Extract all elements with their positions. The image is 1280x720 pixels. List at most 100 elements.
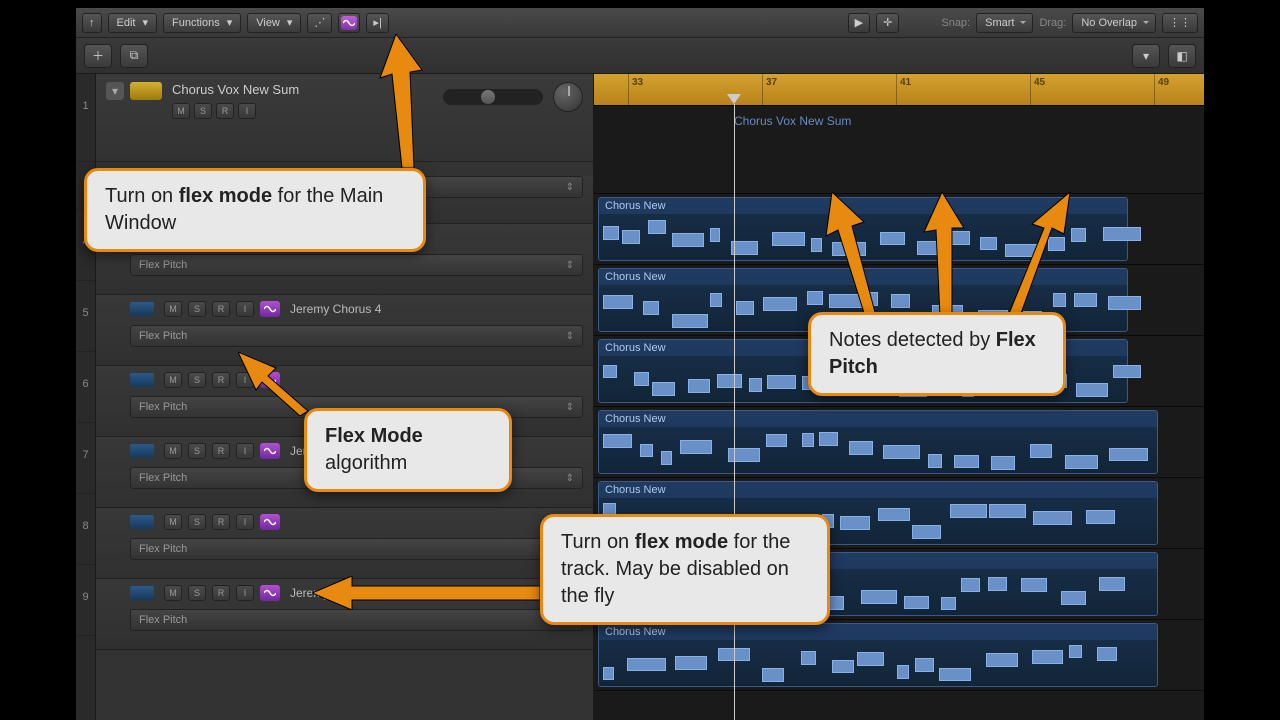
flex-mode-toggle[interactable] [338,13,360,33]
snap-select[interactable]: Smart [976,13,1033,33]
flex-pitch-note[interactable] [880,232,905,246]
flex-pitch-note[interactable] [1109,448,1149,462]
flex-pitch-note[interactable] [991,456,1015,470]
view-menu[interactable]: View▾ [247,13,301,33]
solo-button[interactable]: S [188,514,206,530]
summing-track-header[interactable]: ▾ Chorus Vox New Sum M S R I [96,74,593,162]
flex-pitch-note[interactable] [904,596,929,610]
flex-pitch-note[interactable] [980,237,997,251]
solo-button[interactable]: S [188,301,206,317]
pointer-tool[interactable]: ▶ [848,13,870,33]
record-button[interactable]: R [212,372,230,388]
record-button[interactable]: R [212,585,230,601]
mute-button[interactable]: M [164,585,182,601]
input-monitor-button[interactable]: I [236,585,254,601]
flex-pitch-note[interactable] [772,232,805,246]
flex-pitch-note[interactable] [840,516,869,530]
input-monitor-button[interactable]: I [236,514,254,530]
flex-pitch-note[interactable] [1021,578,1047,592]
flex-pitch-note[interactable] [603,295,633,309]
catch-button[interactable]: ▸| [366,13,388,33]
flex-pitch-note[interactable] [857,652,884,666]
flex-pitch-note[interactable] [941,597,957,611]
mute-button[interactable]: M [164,301,182,317]
timeline-ruler[interactable]: 33 37 41 45 49 [594,74,1204,106]
regions-area[interactable]: Chorus Vox New Sum Chorus New Chorus New [594,106,1204,720]
flex-pitch-note[interactable] [961,578,980,592]
track-color-chip[interactable] [130,82,162,100]
flex-pitch-note[interactable] [988,577,1006,591]
solo-button[interactable]: S [188,443,206,459]
track-number[interactable]: 7 [76,423,95,494]
flex-pitch-note[interactable] [634,372,649,386]
flex-pitch-note[interactable] [688,379,710,393]
flex-mode-select[interactable]: Flex Pitch [130,609,583,631]
flex-mode-select[interactable]: Flex Pitch [130,325,583,347]
record-button[interactable]: R [212,301,230,317]
audio-region[interactable]: Chorus New [598,623,1158,687]
track-number[interactable]: 5 [76,281,95,352]
flex-pitch-note[interactable] [849,441,872,455]
header-config-button[interactable]: ▾ [1132,44,1160,68]
flex-pitch-note[interactable] [802,433,814,447]
flex-pitch-note[interactable] [648,220,666,234]
flex-pitch-note[interactable] [736,301,754,315]
flex-pitch-note[interactable] [1086,510,1115,524]
flex-pitch-note[interactable] [749,378,762,392]
flex-pitch-note[interactable] [954,455,979,469]
flex-pitch-note[interactable] [819,432,838,446]
record-button[interactable]: R [212,514,230,530]
drag-select[interactable]: No Overlap [1072,13,1156,33]
playhead-icon[interactable] [727,94,741,104]
flex-pitch-note[interactable] [763,297,798,311]
edit-menu[interactable]: Edit▾ [108,13,158,33]
flex-pitch-note[interactable] [861,590,897,604]
flex-pitch-note[interactable] [883,445,920,459]
flex-pitch-note[interactable] [643,301,659,315]
flex-pitch-note[interactable] [680,440,712,454]
link-button[interactable]: ⋰ [307,13,332,33]
mute-button[interactable]: M [164,443,182,459]
flex-pitch-note[interactable] [675,656,707,670]
track-flex-toggle[interactable] [260,443,280,459]
track-number[interactable]: 6 [76,352,95,423]
flex-pitch-note[interactable] [603,365,617,379]
flex-pitch-note[interactable] [603,667,614,681]
flex-pitch-note[interactable] [1065,455,1099,469]
flex-pitch-note[interactable] [672,233,704,247]
flex-pitch-note[interactable] [1061,591,1085,605]
mute-button[interactable]: M [164,372,182,388]
flex-pitch-note[interactable] [652,382,675,396]
playhead-line[interactable] [734,104,735,720]
disclosure-triangle[interactable]: ▾ [106,82,124,100]
global-tracks-button[interactable]: ◧ [1168,44,1196,68]
flex-pitch-note[interactable] [1069,645,1082,659]
flex-pitch-note[interactable] [731,241,758,255]
flex-pitch-note[interactable] [912,525,942,539]
volume-slider[interactable] [443,89,543,105]
solo-button[interactable]: S [188,585,206,601]
up-arrow-button[interactable]: ↑ [82,13,102,33]
flex-pitch-note[interactable] [989,504,1025,518]
waveform-zoom-button[interactable]: ⋮⋮ [1162,13,1198,33]
flex-pitch-note[interactable] [986,653,1017,667]
flex-pitch-note[interactable] [661,451,671,465]
track-name[interactable]: Jeremy Chorus 4 [290,302,381,316]
track-number[interactable]: 8 [76,494,95,565]
track-flex-toggle[interactable] [260,301,280,317]
input-monitor-button[interactable]: I [238,103,256,119]
flex-pitch-note[interactable] [767,375,796,389]
record-button[interactable]: R [216,103,234,119]
flex-pitch-note[interactable] [603,434,632,448]
track-number[interactable]: 9 [76,565,95,636]
flex-pitch-note[interactable] [832,660,854,674]
mute-button[interactable]: M [164,514,182,530]
track-flex-toggle[interactable] [260,514,280,530]
mute-button[interactable]: M [172,103,190,119]
flex-pitch-note[interactable] [622,230,639,244]
flex-pitch-note[interactable] [1076,383,1108,397]
input-monitor-button[interactable]: I [236,301,254,317]
solo-button[interactable]: S [194,103,212,119]
flex-pitch-note[interactable] [1113,365,1141,379]
flex-pitch-note[interactable] [1030,444,1052,458]
